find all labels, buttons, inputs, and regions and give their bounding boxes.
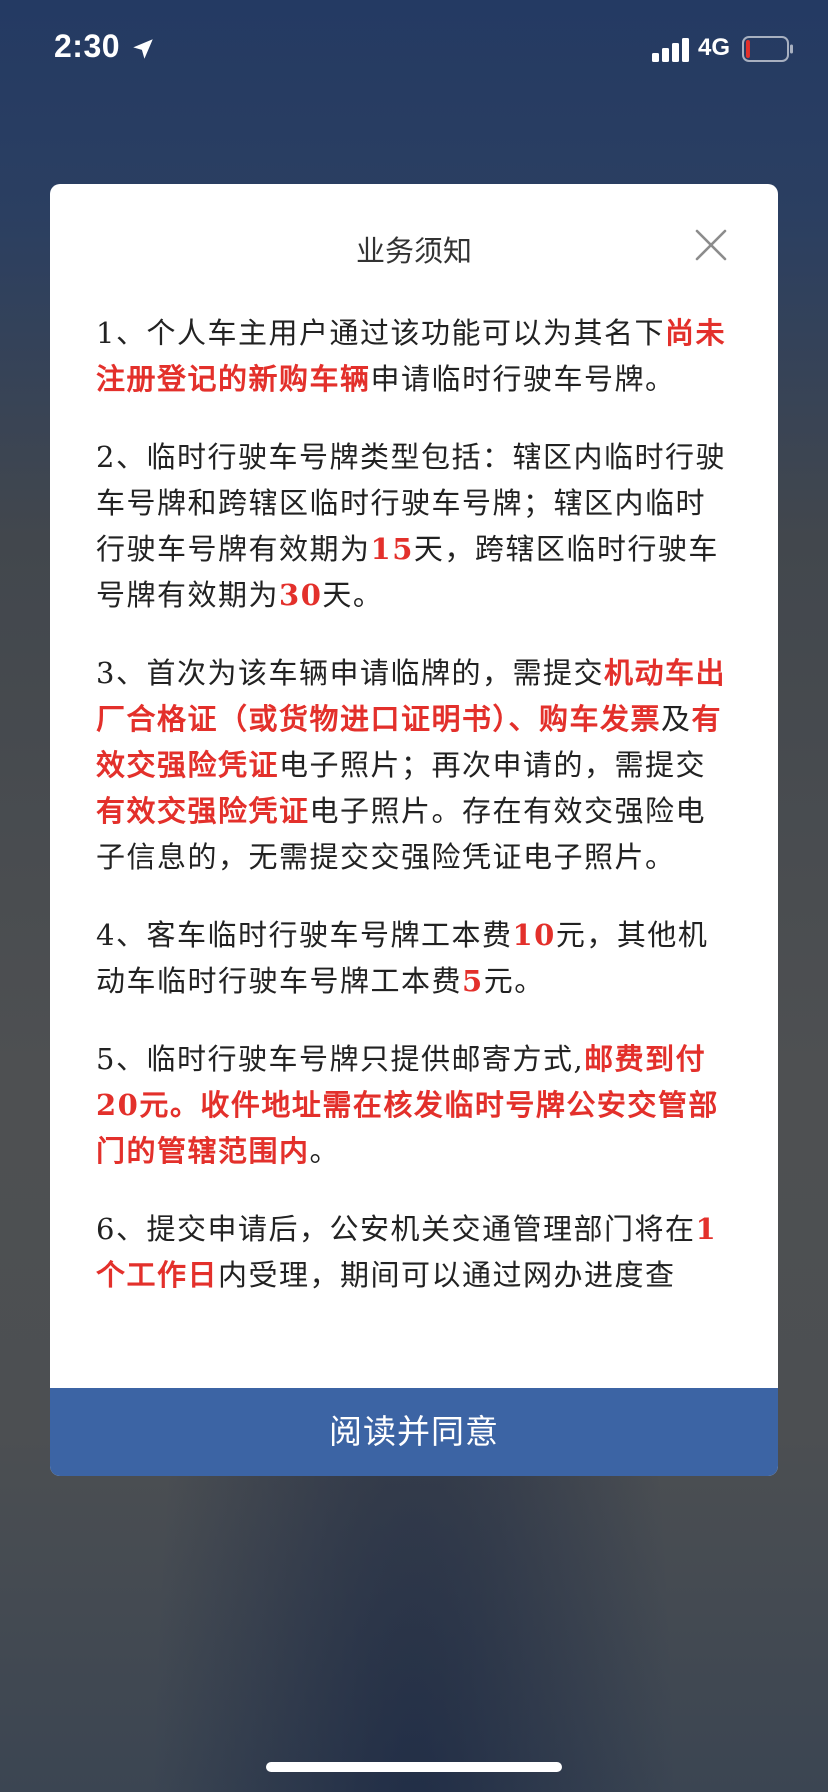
notice-paragraph: 3、首次为该车辆申请临牌的，需提交机动车出厂合格证（或货物进口证明书）、购车发票… xyxy=(96,650,736,880)
notice-text: 内受理，期间可以通过网办进度查 xyxy=(218,1258,676,1292)
notice-text: 4、客车临时行驶车号牌工本费 xyxy=(96,918,513,952)
notice-paragraph: 1、个人车主用户通过该功能可以为其名下尚未注册登记的新购车辆申请临时行驶车号牌。 xyxy=(96,310,736,402)
battery-low-icon xyxy=(742,36,793,62)
notice-paragraph: 4、客车临时行驶车号牌工本费10元，其他机动车临时行驶车号牌工本费5元。 xyxy=(96,912,736,1004)
notice-paragraph: 6、提交申请后，公安机关交通管理部门将在1个工作日内受理，期间可以通过网办进度查 xyxy=(96,1206,736,1298)
notice-text: 元。 xyxy=(483,964,545,998)
notice-paragraph: 2、临时行驶车号牌类型包括：辖区内临时行驶车号牌和跨辖区临时行驶车号牌；辖区内临… xyxy=(96,434,736,618)
highlight-text: 5 xyxy=(462,964,484,998)
home-indicator[interactable] xyxy=(266,1762,562,1772)
notice-paragraph: 5、临时行驶车号牌只提供邮寄方式,邮费到付20元。收件地址需在核发临时号牌公安交… xyxy=(96,1036,736,1174)
notice-dialog: 业务须知 1、个人车主用户通过该功能可以为其名下尚未注册登记的新购车辆申请临时行… xyxy=(50,184,778,1476)
highlight-text: 30 xyxy=(279,578,323,612)
notice-text: 1、个人车主用户通过该功能可以为其名下 xyxy=(96,316,665,350)
notice-text: 申请临时行驶车号牌。 xyxy=(370,362,676,396)
status-time: 2:30 xyxy=(54,28,121,64)
notice-text: 天。 xyxy=(322,578,384,612)
close-icon[interactable] xyxy=(694,228,728,262)
notice-text: 电子照片；再次申请的，需提交 xyxy=(279,748,707,782)
network-type: 4G xyxy=(698,34,731,61)
notice-text: 及 xyxy=(661,702,692,736)
status-bar: 2:30 4G xyxy=(0,0,828,100)
highlight-text: 15 xyxy=(370,532,414,566)
notice-text: 3、首次为该车辆申请临牌的，需提交 xyxy=(96,656,604,690)
notice-text: 。 xyxy=(309,1134,341,1168)
agree-button[interactable]: 阅读并同意 xyxy=(50,1388,778,1476)
signal-bars-icon xyxy=(652,38,689,62)
notice-text: 6、提交申请后，公安机关交通管理部门将在 xyxy=(96,1212,696,1246)
dialog-title: 业务须知 xyxy=(355,234,472,268)
notice-text: 5、临时行驶车号牌只提供邮寄方式, xyxy=(96,1042,585,1076)
location-arrow-icon xyxy=(133,39,153,59)
highlight-text: 有效交强险凭证 xyxy=(96,794,310,828)
notice-content[interactable]: 1、个人车主用户通过该功能可以为其名下尚未注册登记的新购车辆申请临时行驶车号牌。… xyxy=(96,310,736,1332)
highlight-text: 10 xyxy=(512,918,556,952)
